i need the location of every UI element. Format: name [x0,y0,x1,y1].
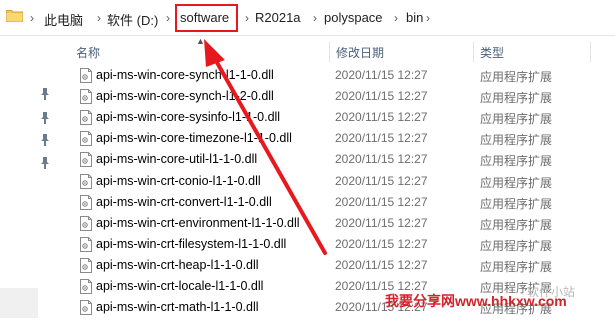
file-row[interactable]: api-ms-win-crt-heap-l1-1-0.dll 2020/11/15… [76,255,615,276]
file-name: api-ms-win-crt-math-l1-1-0.dll [96,300,259,315]
file-row[interactable]: api-ms-win-core-timezone-l1-1-0.dll 2020/… [76,128,615,149]
file-row[interactable]: api-ms-win-crt-convert-l1-1-0.dll 2020/11… [76,192,615,213]
chevron-right-icon[interactable]: › [166,11,170,25]
file-type: 应用程序扩展 [480,217,553,232]
file-type: 应用程序扩展 [480,154,553,169]
file-name: api-ms-win-core-util-l1-1-0.dll [96,152,258,167]
file-modified-date: 2020/11/15 12:27 [335,68,428,82]
breadcrumb-r2021a[interactable]: R2021a [255,10,301,25]
file-type: 应用程序扩展 [480,112,553,127]
dll-file-icon [80,110,92,126]
file-type: 应用程序扩展 [480,175,553,190]
file-name: api-ms-win-crt-convert-l1-1-0.dll [96,194,272,209]
column-divider[interactable] [473,42,474,62]
watermark-site: 我要分享网www.hhkxw.com [385,293,567,309]
column-divider[interactable] [590,42,591,62]
file-modified-date: 2020/11/15 12:27 [335,257,428,272]
dll-file-icon [80,279,92,294]
column-header-type[interactable]: 类型 [480,44,504,61]
dll-file-icon [80,300,92,316]
file-row[interactable]: api-ms-win-crt-filesystem-l1-1-0.dll 2020… [76,234,615,255]
dll-file-icon [80,194,92,210]
file-row[interactable]: api-ms-win-core-synch-l1-2-0.dll 2020/11/… [76,86,615,107]
breadcrumb-drive-d[interactable]: 软件 (D:) [107,10,158,29]
address-bar[interactable]: › 此电脑 › 软件 (D:) › software › R2021a › po… [0,0,615,36]
chevron-right-icon[interactable]: › [394,11,398,25]
pin-icon[interactable] [40,157,50,169]
file-name: api-ms-win-core-timezone-l1-1-0.dll [96,131,292,146]
dll-file-icon [80,131,92,147]
file-modified-date: 2020/11/15 12:27 [335,215,428,230]
chevron-right-icon[interactable]: › [97,11,101,25]
navigation-pane[interactable] [0,36,58,323]
file-type: 应用程序扩展 [480,70,553,84]
dll-file-icon [80,257,92,273]
file-type: 应用程序扩展 [480,196,553,211]
dll-file-icon [80,236,92,252]
column-divider[interactable] [329,42,330,62]
dll-file-icon [80,215,92,231]
file-type: 应用程序扩展 [480,133,553,148]
file-name: api-ms-win-crt-conio-l1-1-0.dll [96,173,261,188]
file-name: api-ms-win-core-sysinfo-l1-1-0.dll [96,110,281,125]
pin-icon[interactable] [40,112,50,124]
dll-file-icon [80,173,92,189]
chevron-right-icon[interactable]: › [245,11,249,25]
breadcrumb-bin[interactable]: bin [406,10,423,25]
chevron-right-icon[interactable]: › [426,11,430,25]
file-name: api-ms-win-core-synch-l1-1-0.dll [96,68,274,82]
folder-icon [6,10,23,22]
sort-ascending-icon: ▲ [196,36,205,46]
file-modified-date: 2020/11/15 12:27 [335,89,428,104]
column-header-name[interactable]: 名称 [76,44,100,61]
dll-file-icon [80,89,92,105]
file-modified-date: 2020/11/15 12:27 [335,152,428,167]
file-type: 应用程序扩展 [480,259,553,274]
file-row[interactable]: api-ms-win-core-synch-l1-1-0.dll 2020/11/… [76,65,615,86]
file-name: api-ms-win-crt-locale-l1-1-0.dll [96,279,264,293]
dll-file-icon [80,152,92,168]
dll-file-icon [80,68,92,83]
breadcrumb-polyspace[interactable]: polyspace [324,10,383,25]
file-name: api-ms-win-crt-filesystem-l1-1-0.dll [96,236,287,251]
column-header-date[interactable]: 修改日期 [336,44,384,61]
file-modified-date: 2020/11/15 12:27 [335,131,428,146]
nav-selected-item[interactable] [0,288,38,318]
pin-icon[interactable] [40,88,50,100]
chevron-right-icon[interactable]: › [313,11,317,25]
file-modified-date: 2020/11/15 12:27 [335,236,428,251]
breadcrumb-this-pc[interactable]: 此电脑 [44,10,83,29]
chevron-right-icon[interactable]: › [30,11,34,25]
file-type: 应用程序扩展 [480,238,553,253]
file-row[interactable]: api-ms-win-core-sysinfo-l1-1-0.dll 2020/1… [76,107,615,128]
file-modified-date: 2020/11/15 12:27 [335,110,428,125]
file-name: api-ms-win-core-synch-l1-2-0.dll [96,89,274,104]
file-type: 应用程序扩展 [480,91,553,106]
file-modified-date: 2020/11/15 12:27 [335,173,428,188]
highlight-box [175,4,238,32]
file-row[interactable]: api-ms-win-core-util-l1-1-0.dll 2020/11/1… [76,149,615,170]
file-row[interactable]: api-ms-win-crt-conio-l1-1-0.dll 2020/11/1… [76,171,615,192]
file-modified-date: 2020/11/15 12:27 [335,194,428,209]
pin-icon[interactable] [40,134,50,146]
file-row[interactable]: api-ms-win-crt-environment-l1-1-0.dll 202… [76,213,615,234]
file-name: api-ms-win-crt-environment-l1-1-0.dll [96,215,300,230]
file-name: api-ms-win-crt-heap-l1-1-0.dll [96,257,259,272]
